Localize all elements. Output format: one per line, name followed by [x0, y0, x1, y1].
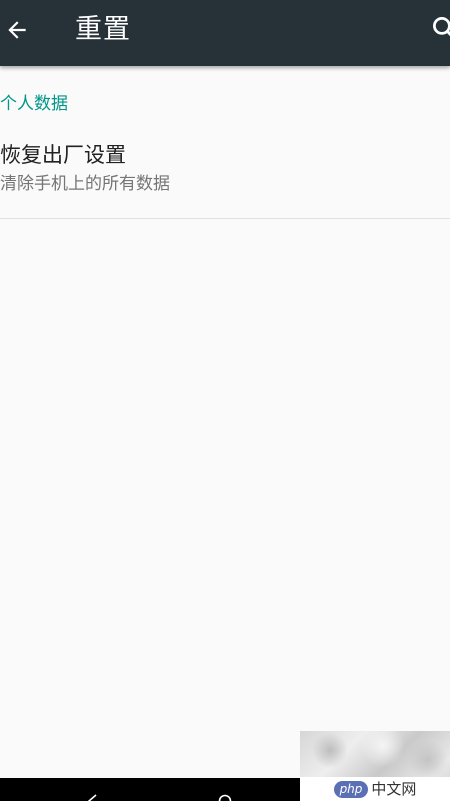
arrow-left-icon [8, 21, 26, 39]
nav-home-icon[interactable] [218, 794, 232, 801]
search-button[interactable] [422, 12, 450, 46]
screen: 重置 个人数据 恢复出厂设置 清除手机上的所有数据 php 中文网 [0, 0, 450, 801]
watermark: php 中文网 [300, 731, 450, 801]
factory-reset-summary: 清除手机上的所有数据 [0, 174, 170, 194]
nav-back-icon[interactable] [86, 794, 100, 801]
search-icon [433, 17, 450, 37]
factory-reset-item[interactable]: 恢复出厂设置 清除手机上的所有数据 [0, 132, 450, 218]
section-header-personal-data: 个人数据 [0, 94, 68, 114]
factory-reset-title: 恢复出厂设置 [0, 143, 126, 167]
watermark-badge: php [333, 780, 369, 798]
watermark-text: 中文网 [371, 780, 417, 798]
list-divider [0, 218, 450, 219]
watermark-blur [300, 731, 450, 779]
app-bar: 重置 [0, 0, 450, 66]
back-button[interactable] [0, 8, 34, 52]
page-title: 重置 [75, 14, 131, 45]
watermark-logo: php 中文网 [300, 777, 450, 801]
